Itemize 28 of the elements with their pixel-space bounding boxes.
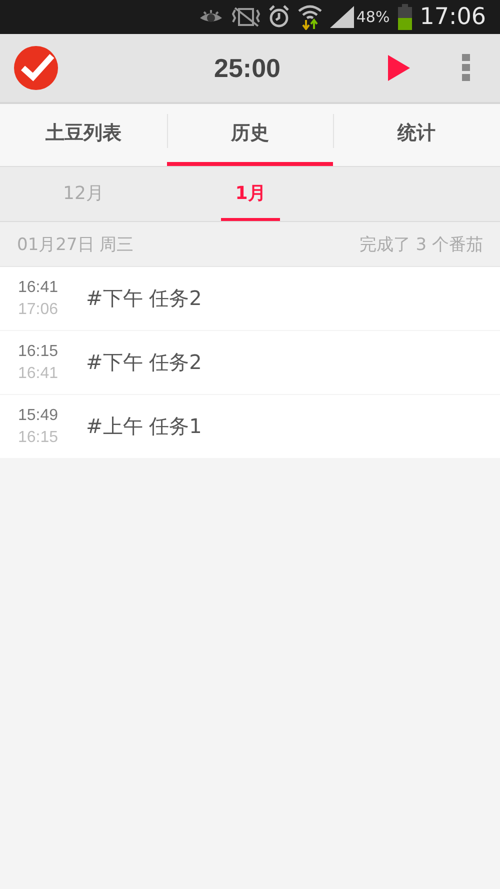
start-time: 16:41 [18,278,60,298]
play-button[interactable] [388,55,410,81]
alarm-icon [268,5,290,29]
tab[interactable]: 统计 [333,104,500,166]
end-time: 16:15 [18,428,60,448]
task-name: #下午 任务2 [86,285,202,312]
history-row[interactable]: 15:49 16:15 #上午 任务1 [0,395,500,458]
clock: 17:06 [420,4,486,30]
eye-icon [198,9,224,25]
wifi-icon [298,4,322,30]
tab[interactable]: 土豆列表 [0,104,167,166]
history-row[interactable]: 16:15 16:41 #下午 任务2 [0,331,500,394]
overflow-menu-button[interactable] [462,54,470,82]
battery-percent: 48% [356,8,390,26]
signal-icon [330,6,354,28]
timer: 25:00 [214,52,280,84]
end-time: 16:41 [18,364,60,384]
start-time: 16:15 [18,342,60,362]
day-summary: 完成了 3 个番茄 [359,234,483,256]
end-time: 17:06 [18,300,60,320]
start-time: 15:49 [18,406,60,426]
task-name: #下午 任务2 [86,349,202,376]
history-row[interactable]: 16:41 17:06 #下午 任务2 [0,267,500,330]
task-name: #上午 任务1 [86,413,202,440]
battery-icon [398,4,412,30]
day-date: 01月27日 周三 [17,234,134,256]
app-logo [14,46,58,90]
muted-vibrate-icon [232,6,260,28]
